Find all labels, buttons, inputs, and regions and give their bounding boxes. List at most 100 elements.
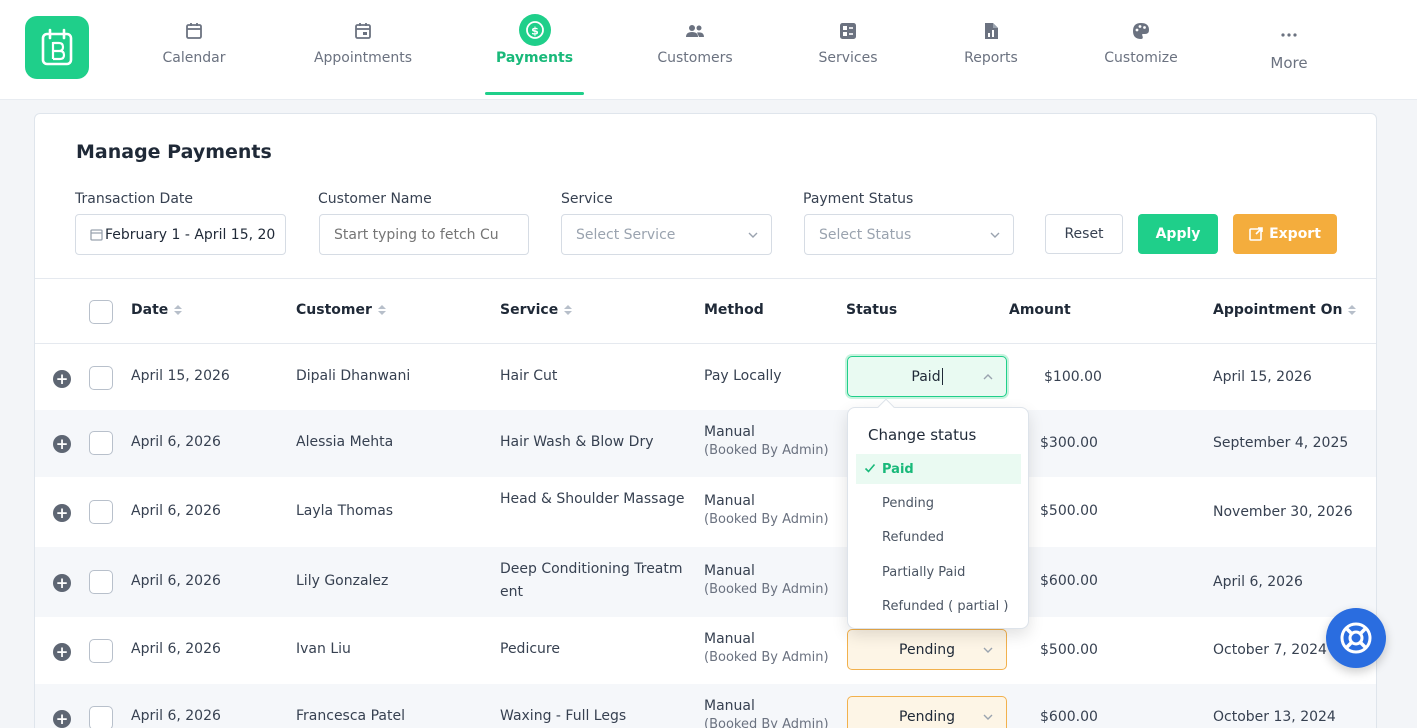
cell-appointment-on: November 30, 2026 — [1213, 504, 1353, 520]
nav-calendar[interactable]: Calendar — [150, 0, 238, 100]
header-label: Amount — [1009, 302, 1071, 318]
table-row: + April 6, 2026 Ivan Liu Pedicure Manual… — [35, 617, 1376, 684]
status-select[interactable]: Paid — [847, 356, 1007, 397]
header-customer[interactable]: Customer — [296, 302, 386, 318]
app-logo[interactable] — [25, 16, 89, 79]
cell-method: Manual (Booked By Admin) — [704, 424, 829, 458]
cell-date: April 6, 2026 — [131, 434, 221, 450]
dots-icon — [1281, 24, 1297, 46]
cell-customer: Ivan Liu — [296, 641, 351, 657]
nav-label: Reports — [964, 50, 1018, 66]
status-select-value: Select Status — [819, 226, 912, 243]
method-sub: (Booked By Admin) — [704, 717, 829, 728]
status-option-pending[interactable]: Pending — [856, 488, 1021, 518]
cell-appointment-on: April 6, 2026 — [1213, 574, 1303, 590]
dollar-icon: $ — [518, 14, 551, 46]
cell-amount: $300.00 — [1040, 435, 1098, 451]
header-label: Date — [131, 302, 169, 318]
calendar-icon — [185, 20, 203, 42]
status-option-paid[interactable]: Paid — [856, 454, 1021, 484]
export-label: Export — [1269, 226, 1321, 242]
cell-service: Deep Conditioning Treatment — [500, 561, 683, 600]
nav-label: Calendar — [162, 50, 226, 66]
header-method: Method — [704, 302, 764, 318]
customer-name-input[interactable] — [319, 214, 529, 255]
export-icon — [1249, 227, 1263, 241]
header-amount: Amount — [1009, 302, 1071, 318]
header-date[interactable]: Date — [131, 302, 183, 318]
option-label: Refunded ( partial ) — [882, 598, 1009, 614]
expand-row-icon[interactable]: + — [53, 710, 71, 728]
cell-date: April 15, 2026 — [131, 368, 230, 384]
cell-service: Hair Wash & Blow Dry — [500, 434, 654, 450]
service-select[interactable]: Select Service — [561, 214, 772, 255]
nav-label: Services — [818, 50, 878, 66]
lifebuoy-icon — [1340, 622, 1372, 654]
expand-row-icon[interactable]: + — [53, 643, 71, 661]
calendar-check-icon — [354, 20, 372, 42]
customer-name-label: Customer Name — [318, 191, 432, 207]
nav-label: Payments — [495, 50, 574, 66]
cell-date: April 6, 2026 — [131, 503, 221, 519]
status-select[interactable]: Pending — [847, 696, 1007, 728]
table-row: + April 6, 2026 Layla Thomas Head & Shou… — [35, 477, 1376, 547]
header-appointment-on[interactable]: Appointment On — [1213, 302, 1357, 318]
status-select[interactable]: Pending — [847, 629, 1007, 670]
nav-more[interactable]: More — [1266, 0, 1312, 100]
status-option-refunded-partial[interactable]: Refunded ( partial ) — [856, 591, 1021, 621]
nav-services[interactable]: Services — [815, 0, 881, 100]
select-all-checkbox[interactable] — [89, 300, 113, 324]
nav-label: Appointments — [313, 50, 413, 66]
text-cursor — [941, 368, 943, 385]
help-button[interactable] — [1326, 608, 1386, 668]
nav-label: Customize — [1104, 50, 1178, 66]
nav-customize[interactable]: Customize — [1098, 0, 1184, 100]
change-status-dropdown: Change status Paid Pending Refunded Part… — [847, 398, 1029, 629]
row-checkbox[interactable] — [89, 639, 113, 663]
cell-appointment-on: October 7, 2024 — [1213, 642, 1327, 658]
nav-reports[interactable]: Reports — [960, 0, 1022, 100]
option-label: Pending — [882, 495, 934, 511]
row-checkbox[interactable] — [89, 431, 113, 455]
row-checkbox[interactable] — [89, 570, 113, 594]
header-label: Customer — [296, 302, 372, 318]
payment-status-select[interactable]: Select Status — [804, 214, 1014, 255]
cell-customer: Dipali Dhanwani — [296, 368, 411, 384]
expand-row-icon[interactable]: + — [53, 370, 71, 388]
method-sub: (Booked By Admin) — [704, 443, 829, 458]
expand-row-icon[interactable]: + — [53, 435, 71, 453]
apply-button[interactable]: Apply — [1138, 214, 1218, 254]
cell-service: Waxing - Full Legs — [500, 708, 627, 724]
transaction-date-input[interactable]: February 1 - April 15, 20 — [75, 214, 286, 255]
nav-appointments[interactable]: Appointments — [308, 0, 418, 100]
reset-button[interactable]: Reset — [1045, 214, 1123, 254]
dropdown-title: Change status — [868, 426, 977, 444]
cell-amount: $500.00 — [1040, 642, 1098, 658]
expand-row-icon[interactable]: + — [53, 574, 71, 592]
cell-method: Manual (Booked By Admin) — [704, 493, 829, 527]
users-icon — [685, 20, 705, 42]
option-label: Refunded — [882, 529, 945, 545]
status-option-partially-paid[interactable]: Partially Paid — [856, 557, 1021, 587]
header-label: Method — [704, 302, 764, 318]
chevron-down-icon — [983, 714, 993, 720]
payments-card: Manage Payments Transaction Date Februar… — [34, 113, 1377, 728]
row-checkbox[interactable] — [89, 366, 113, 390]
chevron-down-icon — [748, 232, 758, 238]
method-label: Manual — [704, 631, 755, 647]
cell-appointment-on: October 13, 2024 — [1213, 709, 1336, 725]
nav-label: More — [1270, 54, 1308, 72]
table-row: + April 6, 2026 Francesca Patel Waxing -… — [35, 684, 1376, 728]
expand-row-icon[interactable]: + — [53, 504, 71, 522]
cell-service: Head & Shoulder Massage — [500, 491, 685, 507]
row-checkbox[interactable] — [89, 706, 113, 728]
method-sub: (Booked By Admin) — [704, 512, 829, 527]
header-service[interactable]: Service — [500, 302, 573, 318]
row-checkbox[interactable] — [89, 500, 113, 524]
nav-customers[interactable]: Customers — [652, 0, 738, 100]
status-option-refunded[interactable]: Refunded — [856, 522, 1021, 552]
export-button[interactable]: Export — [1233, 214, 1337, 254]
cell-customer: Alessia Mehta — [296, 434, 394, 450]
method-sub: (Booked By Admin) — [704, 650, 829, 665]
nav-payments[interactable]: $ Payments — [485, 0, 584, 100]
